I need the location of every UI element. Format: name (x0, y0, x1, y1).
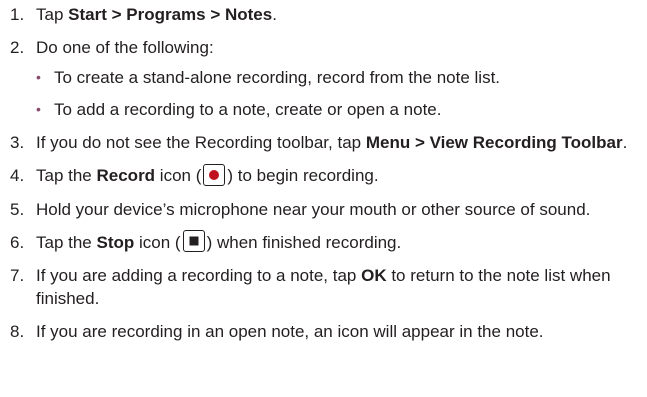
step-number: 1. (10, 5, 25, 24)
sub-item-text: To add a recording to a note, create or … (54, 100, 442, 119)
step-text: . (622, 133, 628, 152)
step-number: 2. (10, 38, 25, 57)
step-number: 4. (10, 166, 25, 185)
step-number: 8. (10, 322, 25, 342)
step-bold-text: Start > Programs > Notes (68, 5, 273, 24)
step-text: Tap the (36, 232, 97, 252)
step-text: If you do not see the Recording toolbar,… (36, 133, 366, 152)
step-text: Hold your device’s microphone near your … (36, 199, 591, 219)
step-bold-text: Menu > View Recording Toolbar (365, 133, 623, 152)
step-number: 7. (10, 266, 25, 286)
record-icon (203, 163, 226, 186)
step-text: If you are recording in an open note, an… (36, 322, 544, 342)
step-text: ) when finished recording. (206, 232, 402, 252)
step-bold-text: OK (361, 266, 387, 286)
step-text: Tap the (36, 166, 97, 185)
step-text: Do one of the following: (36, 38, 214, 57)
step-number: 3. (10, 133, 25, 152)
bullet-icon: • (36, 101, 41, 117)
sub-list: • To create a stand-alone recording, rec… (36, 66, 641, 121)
instruction-list: 1. Tap Start > Programs > Notes. 2. Do o… (0, 0, 647, 397)
step-bold-text: Record (96, 166, 156, 185)
bullet-icon: • (36, 69, 41, 85)
sub-list-item: • To add a recording to a note, create o… (36, 98, 641, 121)
step-2: 2. Do one of the following: • To create … (0, 36, 647, 121)
step-4: 4. Tap the Record icon ( ) to begin recor… (0, 163, 647, 188)
sub-item-text: To create a stand-alone recording, recor… (54, 68, 501, 87)
step-text: icon ( (134, 232, 181, 252)
step-text: If you are adding a recording to a note,… (36, 266, 362, 286)
step-7: 7. If you are adding a recording to a no… (0, 264, 647, 310)
step-text: ) to begin recording. (227, 166, 379, 185)
step-text: icon ( (155, 166, 202, 185)
step-1: 1. Tap Start > Programs > Notes. (0, 3, 647, 26)
step-number: 6. (10, 232, 25, 252)
step-6: 6. Tap the Stop icon ( ) when finished re… (0, 230, 647, 255)
step-text: Tap (36, 5, 69, 24)
step-text: . (272, 5, 277, 24)
stop-icon (182, 230, 205, 253)
step-8: 8. If you are recording in an open note,… (0, 320, 647, 343)
step-bold-text: Stop (96, 232, 135, 252)
step-3: 3. If you do not see the Recording toolb… (0, 131, 647, 154)
step-number: 5. (10, 199, 25, 219)
step-5: 5. Hold your device’s microphone near yo… (0, 198, 647, 221)
sub-list-item: • To create a stand-alone recording, rec… (36, 66, 641, 89)
